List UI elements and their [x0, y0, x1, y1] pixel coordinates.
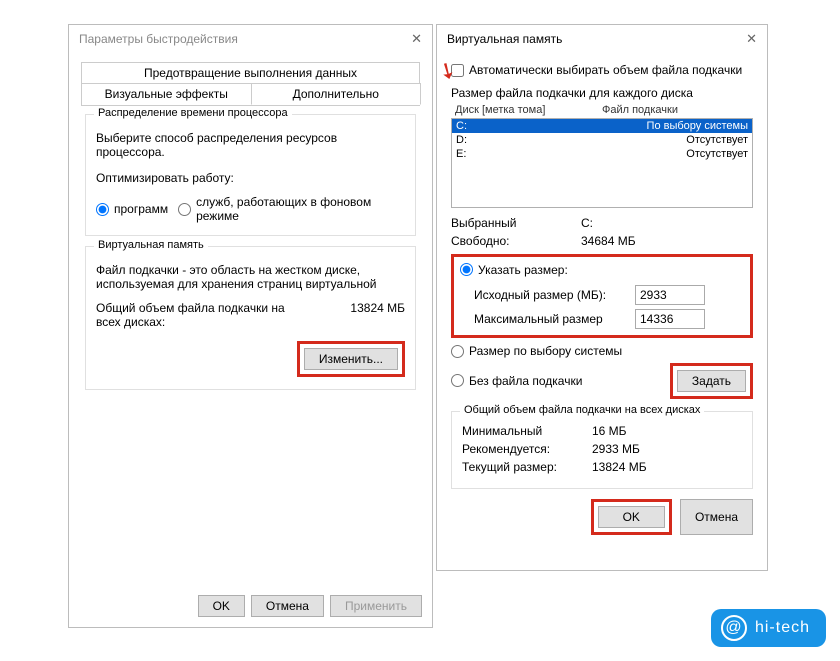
- selected-drive-label: Выбранный: [451, 216, 581, 230]
- group-title: Виртуальная память: [94, 239, 208, 251]
- col-drive: Диск [метка тома]: [455, 102, 602, 118]
- total-label: Общий объем файла подкачки на всех диска…: [96, 301, 296, 329]
- titlebar: Виртуальная память ✕: [437, 25, 767, 53]
- tab-dep[interactable]: Предотвращение выполнения данных: [81, 62, 420, 83]
- dialog-footer: OK Отмена Применить: [198, 595, 422, 617]
- cpu-scheduling-group: Распределение времени процессора Выберит…: [85, 114, 416, 236]
- col-pagefile: Файл подкачки: [602, 102, 749, 118]
- total-value: 13824 МБ: [350, 301, 405, 315]
- window-title: Виртуальная память: [447, 32, 562, 46]
- free-label: Свободно:: [451, 234, 581, 248]
- watermark-badge: @ hi-tech: [711, 609, 826, 647]
- watermark-text: hi-tech: [755, 619, 810, 637]
- radio-services[interactable]: служб, работающих в фоновом режиме: [178, 195, 395, 223]
- radio-no-pagefile[interactable]: Без файла подкачки: [451, 374, 582, 388]
- cancel-button[interactable]: Отмена: [680, 499, 753, 535]
- min-value: 16 МБ: [592, 424, 742, 438]
- optimize-label: Оптимизировать работу:: [96, 171, 405, 185]
- change-button[interactable]: Изменить...: [304, 348, 398, 370]
- window-title: Параметры быстродействия: [79, 32, 238, 46]
- cur-value: 13824 МБ: [592, 460, 742, 474]
- performance-options-window: Параметры быстродействия ✕ Предотвращени…: [68, 24, 433, 628]
- radio-programs[interactable]: программ: [96, 202, 168, 216]
- at-icon: @: [721, 615, 747, 641]
- cur-label: Текущий размер:: [462, 460, 592, 474]
- group-desc: Выберите способ распределения ресурсов п…: [96, 131, 405, 159]
- tab-visual-effects[interactable]: Визуальные эффекты: [81, 83, 252, 105]
- group-title: Распределение времени процессора: [94, 107, 292, 119]
- set-button[interactable]: Задать: [677, 370, 746, 392]
- free-value: 34684 МБ: [581, 234, 753, 248]
- titlebar: Параметры быстродействия ✕: [69, 25, 432, 53]
- rec-label: Рекомендуется:: [462, 442, 592, 456]
- totals-title: Общий объем файла подкачки на всех диска…: [460, 404, 704, 416]
- ok-button[interactable]: OK: [198, 595, 245, 617]
- min-label: Минимальный: [462, 424, 592, 438]
- close-icon[interactable]: ✕: [746, 31, 757, 47]
- selected-drive-value: C:: [581, 216, 753, 230]
- max-size-label: Максимальный размер: [474, 312, 629, 326]
- ok-button[interactable]: OK: [598, 506, 665, 528]
- radio-custom-size[interactable]: Указать размер:: [460, 263, 568, 277]
- initial-size-label: Исходный размер (МБ):: [474, 288, 629, 302]
- close-icon[interactable]: ✕: [411, 31, 422, 47]
- list-item[interactable]: D:Отсутствует: [452, 133, 752, 147]
- radio-system-managed[interactable]: Размер по выбору системы: [451, 344, 622, 358]
- tab-advanced[interactable]: Дополнительно: [251, 83, 422, 105]
- virtual-memory-window: Виртуальная память ✕ Автоматически выбир…: [436, 24, 768, 571]
- list-item[interactable]: C:По выбору системы: [452, 119, 752, 133]
- drive-listbox[interactable]: C:По выбору системы D:Отсутствует E:Отсу…: [451, 118, 753, 208]
- virtual-memory-group: Виртуальная память Файл подкачки - это о…: [85, 246, 416, 390]
- drive-list-label: Размер файла подкачки для каждого диска: [451, 86, 753, 100]
- initial-size-input[interactable]: [635, 285, 705, 305]
- max-size-input[interactable]: [635, 309, 705, 329]
- list-item[interactable]: E:Отсутствует: [452, 147, 752, 161]
- auto-manage-checkbox[interactable]: Автоматически выбирать объем файла подка…: [451, 63, 742, 77]
- rec-value: 2933 МБ: [592, 442, 742, 456]
- apply-button[interactable]: Применить: [330, 595, 422, 617]
- vm-desc: Файл подкачки - это область на жестком д…: [96, 263, 405, 291]
- cancel-button[interactable]: Отмена: [251, 595, 324, 617]
